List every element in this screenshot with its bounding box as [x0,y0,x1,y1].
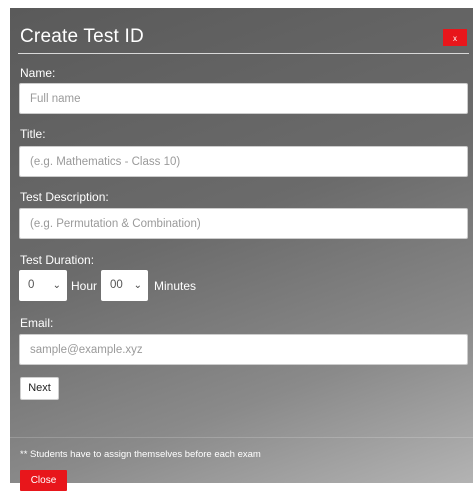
name-label: Name: [20,66,56,80]
hour-select[interactable]: 0 ⌄ [19,270,67,301]
minutes-text: Minutes [154,279,197,293]
dialog-title: Create Test ID [20,26,144,47]
hour-select-value: 0 [28,279,35,291]
close-button[interactable]: Close [20,470,67,491]
header-divider [18,53,469,54]
minutes-select-value: 00 [110,279,123,291]
email-label: Email: [20,316,54,330]
name-input[interactable] [19,83,468,114]
email-input[interactable] [19,334,468,365]
hour-text: Hour [71,279,98,293]
chevron-down-icon: ⌄ [133,280,142,291]
title-label: Title: [20,127,46,141]
next-button[interactable]: Next [20,377,59,400]
footer-divider [10,437,473,438]
description-label: Test Description: [20,190,109,204]
close-x-button[interactable]: x [443,29,467,46]
footer-note: ** Students have to assign themselves be… [20,449,261,460]
dialog-header: Create Test ID x [10,8,473,56]
duration-label: Test Duration: [20,253,95,267]
title-input[interactable] [19,146,468,177]
create-test-id-dialog: Create Test ID x Name: Title: Test Descr… [10,8,473,491]
description-input[interactable] [19,208,468,239]
minutes-select[interactable]: 00 ⌄ [101,270,148,301]
chevron-down-icon: ⌄ [52,280,61,291]
